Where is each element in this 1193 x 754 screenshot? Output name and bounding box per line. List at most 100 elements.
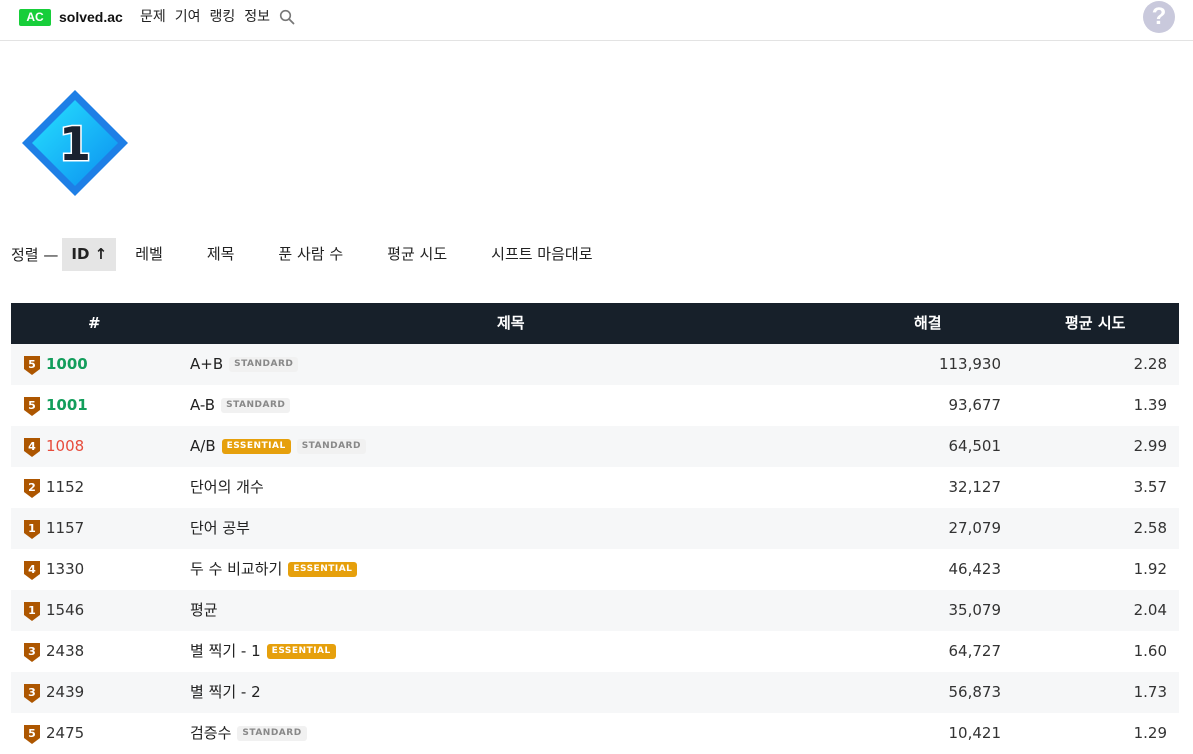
essential-tag: ESSENTIAL — [266, 644, 336, 659]
svg-text:4: 4 — [28, 440, 36, 453]
problem-id[interactable]: 1001 — [46, 385, 88, 426]
help-icon[interactable]: ? — [1143, 1, 1175, 33]
problem-title-cell: 단어의 개수 — [190, 467, 264, 508]
table-row[interactable]: 3 2438 별 찍기 - 1 ESSENTIAL 64,727 1.60 — [11, 631, 1179, 672]
problem-title-cell: 별 찍기 - 2 — [190, 672, 261, 713]
table-header: # 제목 해결 평균 시도 — [11, 303, 1179, 344]
solved-count: 46,423 — [948, 560, 1002, 578]
table-body: 5 1000 A+B STANDARD 113,930 2.28 5 1001 A-B ST… — [11, 344, 1179, 754]
logo-text[interactable]: solved.ac — [59, 9, 123, 26]
column-header-solved[interactable]: 해결 — [914, 303, 942, 344]
svg-text:4: 4 — [28, 563, 36, 576]
problem-id[interactable]: 1157 — [46, 508, 84, 549]
avg-tries: 3.57 — [1133, 478, 1167, 496]
problem-id[interactable]: 2475 — [46, 713, 84, 754]
standard-tag: STANDARD — [296, 439, 366, 454]
svg-text:3: 3 — [28, 645, 36, 658]
search-icon[interactable] — [279, 9, 295, 25]
sort-option-avg-tries[interactable]: 평균 시도 — [378, 238, 456, 271]
problem-id[interactable]: 1546 — [46, 590, 84, 631]
nav-item-info[interactable]: 정보 — [244, 7, 270, 27]
logo-badge[interactable]: AC — [19, 9, 51, 26]
bronze-tier-icon: 5 — [24, 397, 40, 416]
sort-label: 정렬 — — [11, 246, 59, 264]
nav-item-contribute[interactable]: 기여 — [175, 7, 201, 27]
problem-id[interactable]: 1330 — [46, 549, 84, 590]
solved-count: 10,421 — [948, 724, 1002, 742]
bronze-tier-icon: 1 — [24, 602, 40, 621]
table-row[interactable]: 5 1000 A+B STANDARD 113,930 2.28 — [11, 344, 1179, 385]
table-row[interactable]: 2 1152 단어의 개수 32,127 3.57 — [11, 467, 1179, 508]
svg-text:1: 1 — [59, 117, 91, 171]
problem-id[interactable]: 1008 — [46, 426, 84, 467]
problem-title[interactable]: A/B — [190, 426, 216, 467]
svg-text:1: 1 — [28, 522, 36, 535]
problem-title-cell: 두 수 비교하기 ESSENTIAL — [190, 549, 358, 590]
problem-title[interactable]: 별 찍기 - 2 — [190, 672, 261, 713]
standard-tag: STANDARD — [229, 357, 299, 372]
sort-option-id[interactable]: ID ↑ — [62, 238, 117, 271]
avg-tries: 1.29 — [1133, 724, 1167, 742]
problem-title-cell: A/B ESSENTIAL STANDARD — [190, 426, 366, 467]
problem-title[interactable]: A+B — [190, 344, 223, 385]
problem-table: # 제목 해결 평균 시도 5 1000 A+B STANDARD 113,930 2.… — [11, 303, 1179, 754]
nav-item-ranking[interactable]: 랭킹 — [210, 7, 236, 27]
problem-title-cell: A-B STANDARD — [190, 385, 291, 426]
bronze-tier-icon: 4 — [24, 561, 40, 580]
problem-title[interactable]: 단어의 개수 — [190, 467, 264, 508]
problem-title-cell: 평균 — [190, 590, 218, 631]
problem-title[interactable]: 검증수 — [190, 713, 231, 754]
solved-count: 32,127 — [948, 478, 1002, 496]
problem-id[interactable]: 1152 — [46, 467, 84, 508]
table-row[interactable]: 1 1157 단어 공부 27,079 2.58 — [11, 508, 1179, 549]
problem-title-cell: 단어 공부 — [190, 508, 250, 549]
bronze-tier-icon: 4 — [24, 438, 40, 457]
sort-option-title[interactable]: 제목 — [198, 238, 244, 271]
problem-id[interactable]: 1000 — [46, 344, 88, 385]
essential-tag: ESSENTIAL — [288, 562, 358, 577]
solved-count: 64,501 — [948, 437, 1002, 455]
problem-title[interactable]: 별 찍기 - 1 — [190, 631, 261, 672]
avg-tries: 2.58 — [1133, 519, 1167, 537]
problem-title[interactable]: 두 수 비교하기 — [190, 549, 282, 590]
problem-title-cell: 별 찍기 - 1 ESSENTIAL — [190, 631, 336, 672]
bronze-tier-icon: 3 — [24, 684, 40, 703]
svg-text:5: 5 — [28, 399, 36, 412]
nav-item-problems[interactable]: 문제 — [140, 7, 166, 27]
sort-bar: 정렬 — ID ↑ 레벨 제목 푼 사람 수 평균 시도 시프트 마음대로 — [11, 238, 602, 271]
solved-count: 93,677 — [948, 396, 1002, 414]
solved-count: 113,930 — [938, 355, 1001, 373]
problem-title[interactable]: 단어 공부 — [190, 508, 250, 549]
standard-tag: STANDARD — [221, 398, 291, 413]
problem-title[interactable]: A-B — [190, 385, 215, 426]
svg-text:5: 5 — [28, 358, 36, 371]
table-row[interactable]: 5 1001 A-B STANDARD 93,677 1.39 — [11, 385, 1179, 426]
problem-title-cell: A+B STANDARD — [190, 344, 299, 385]
bronze-tier-icon: 5 — [24, 356, 40, 375]
avg-tries: 2.28 — [1133, 355, 1167, 373]
avg-tries: 1.73 — [1133, 683, 1167, 701]
table-row[interactable]: 4 1330 두 수 비교하기 ESSENTIAL 46,423 1.92 — [11, 549, 1179, 590]
sort-option-solved-count[interactable]: 푼 사람 수 — [269, 238, 352, 271]
column-header-avg-tries[interactable]: 평균 시도 — [1065, 303, 1125, 344]
table-row[interactable]: 1 1546 평균 35,079 2.04 — [11, 590, 1179, 631]
column-header-id[interactable]: # — [88, 303, 101, 344]
problem-id[interactable]: 2439 — [46, 672, 84, 713]
table-row[interactable]: 5 2475 검증수 STANDARD 10,421 1.29 — [11, 713, 1179, 754]
svg-text:2: 2 — [28, 481, 36, 494]
table-row[interactable]: 3 2439 별 찍기 - 2 56,873 1.73 — [11, 672, 1179, 713]
sort-option-shift-random[interactable]: 시프트 마음대로 — [482, 238, 601, 271]
sort-option-level[interactable]: 레벨 — [126, 238, 172, 271]
problem-title-cell: 검증수 STANDARD — [190, 713, 307, 754]
bronze-tier-icon: 3 — [24, 643, 40, 662]
table-row[interactable]: 4 1008 A/B ESSENTIAL STANDARD 64,501 2.99 — [11, 426, 1179, 467]
bronze-tier-icon: 1 — [24, 520, 40, 539]
problem-title[interactable]: 평균 — [190, 590, 218, 631]
avg-tries: 1.92 — [1133, 560, 1167, 578]
bronze-tier-icon: 5 — [24, 725, 40, 744]
diamond-tier-badge: 1 — [22, 90, 128, 196]
problem-id[interactable]: 2438 — [46, 631, 84, 672]
column-header-title[interactable]: 제목 — [497, 303, 525, 344]
solved-count: 27,079 — [948, 519, 1002, 537]
main-nav: 문제 기여 랭킹 정보 — [140, 7, 270, 27]
